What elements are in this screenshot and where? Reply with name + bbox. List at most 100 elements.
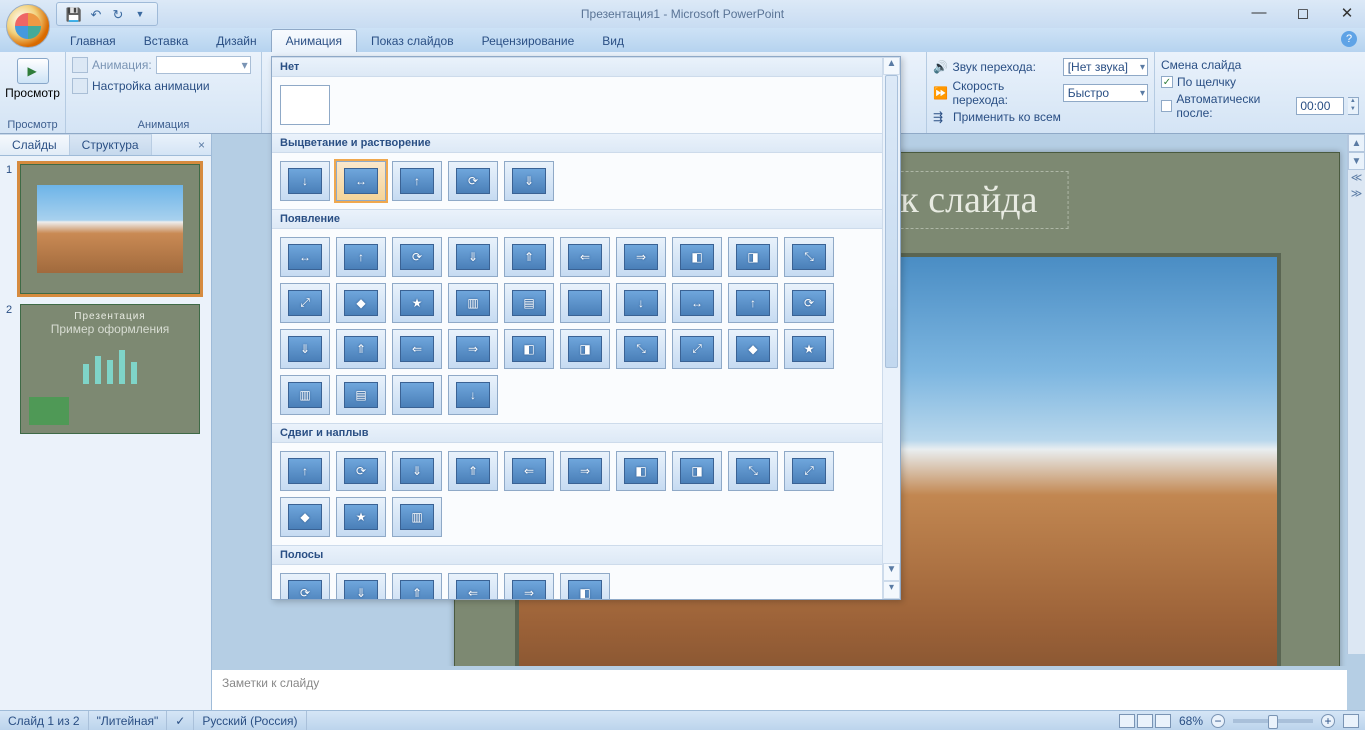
custom-animation-button[interactable]: Настройка анимации <box>72 78 255 94</box>
transition-item[interactable]: ⇑ <box>448 451 498 491</box>
transition-item[interactable] <box>280 85 330 125</box>
transition-item[interactable]: ⟳ <box>280 573 330 599</box>
transition-item[interactable]: ↑ <box>280 451 330 491</box>
transition-item[interactable]: ◧ <box>616 451 666 491</box>
transition-item[interactable]: ⇓ <box>280 329 330 369</box>
tab-view[interactable]: Вид <box>588 30 638 52</box>
transition-item[interactable]: ⇓ <box>392 451 442 491</box>
gallery-scroll-thumb[interactable] <box>885 75 898 368</box>
transition-item[interactable]: ⟳ <box>784 283 834 323</box>
gallery-scroll-down-icon[interactable]: ▼ <box>883 563 900 581</box>
transition-item[interactable]: ↑ <box>336 237 386 277</box>
tab-slideshow[interactable]: Показ слайдов <box>357 30 468 52</box>
transition-item[interactable]: ⟳ <box>392 237 442 277</box>
close-button[interactable]: ✕ <box>1337 4 1357 22</box>
time-spinner[interactable]: ▲▼ <box>1348 97 1359 115</box>
pane-tab-slides[interactable]: Слайды <box>0 134 70 155</box>
transition-item[interactable] <box>392 375 442 415</box>
transition-item[interactable]: ▥ <box>280 375 330 415</box>
transition-item[interactable]: ↔ <box>336 161 386 201</box>
transition-item[interactable]: ⇓ <box>504 161 554 201</box>
animate-dropdown[interactable]: ▾ <box>156 56 251 74</box>
zoom-out-button[interactable]: − <box>1211 714 1225 728</box>
undo-icon[interactable]: ↶ <box>89 7 103 21</box>
transition-item[interactable]: ▥ <box>448 283 498 323</box>
transition-item[interactable]: ⇑ <box>336 329 386 369</box>
transition-item[interactable]: ◨ <box>560 329 610 369</box>
next-slide-icon[interactable]: ≫ <box>1348 186 1365 202</box>
transition-item[interactable]: ▥ <box>392 497 442 537</box>
tab-design[interactable]: Дизайн <box>202 30 270 52</box>
transition-item[interactable]: ▤ <box>336 375 386 415</box>
help-icon[interactable]: ? <box>1341 31 1357 47</box>
apply-all-button[interactable]: ⇶ Применить ко всем <box>933 110 1148 124</box>
slide-thumb-2[interactable]: Презентация Пример оформления <box>20 304 200 434</box>
gallery-scroll-up-icon[interactable]: ▲ <box>883 57 900 75</box>
transition-item[interactable]: ◧ <box>560 573 610 599</box>
transition-item[interactable]: ★ <box>336 497 386 537</box>
onclick-checkbox[interactable]: ✓ <box>1161 76 1173 88</box>
transition-item[interactable]: ⤢ <box>784 451 834 491</box>
transition-item[interactable]: ◧ <box>504 329 554 369</box>
transition-item[interactable] <box>560 283 610 323</box>
transition-item[interactable]: ★ <box>392 283 442 323</box>
tab-review[interactable]: Рецензирование <box>468 30 589 52</box>
maximize-button[interactable]: ◻ <box>1293 4 1313 22</box>
transition-item[interactable]: ↔ <box>280 237 330 277</box>
transition-item[interactable]: ⇐ <box>392 329 442 369</box>
auto-checkbox[interactable] <box>1161 100 1172 112</box>
scroll-up-icon[interactable]: ▲ <box>1348 134 1365 152</box>
transition-item[interactable]: ⤡ <box>784 237 834 277</box>
transition-item[interactable]: ⇒ <box>616 237 666 277</box>
transition-item[interactable]: ↓ <box>616 283 666 323</box>
minimize-button[interactable]: — <box>1249 4 1269 22</box>
transition-item[interactable]: ⇒ <box>560 451 610 491</box>
tab-insert[interactable]: Вставка <box>130 30 203 52</box>
speed-dropdown[interactable]: Быстро <box>1063 84 1148 102</box>
scroll-down-icon[interactable]: ▼ <box>1348 152 1365 170</box>
transition-item[interactable]: ⤢ <box>280 283 330 323</box>
tab-animation[interactable]: Анимация <box>271 29 357 52</box>
pane-close-icon[interactable]: × <box>198 138 205 152</box>
status-spellcheck[interactable]: ✓ <box>167 711 194 730</box>
pane-tab-outline[interactable]: Структура <box>70 134 152 155</box>
transition-item[interactable]: ⇓ <box>448 237 498 277</box>
transition-item[interactable]: ◆ <box>728 329 778 369</box>
slideshow-view-icon[interactable] <box>1155 714 1171 728</box>
office-button[interactable] <box>6 4 50 48</box>
transition-item[interactable]: ⇒ <box>448 329 498 369</box>
tab-home[interactable]: Главная <box>56 30 130 52</box>
transition-item[interactable]: ↓ <box>448 375 498 415</box>
transition-item[interactable]: ⇑ <box>504 237 554 277</box>
transition-item[interactable]: ◆ <box>336 283 386 323</box>
transition-item[interactable]: ⇑ <box>392 573 442 599</box>
transition-item[interactable]: ◨ <box>728 237 778 277</box>
zoom-slider[interactable] <box>1233 719 1313 723</box>
redo-icon[interactable]: ↻ <box>111 7 125 21</box>
transition-item[interactable]: ⤢ <box>672 329 722 369</box>
transition-item[interactable]: ↓ <box>280 161 330 201</box>
transition-item[interactable]: ↔ <box>672 283 722 323</box>
transition-item[interactable]: ↑ <box>728 283 778 323</box>
gallery-scrollbar[interactable]: ▲ ▼ ▾ <box>882 57 900 599</box>
transition-item[interactable]: ⤡ <box>616 329 666 369</box>
save-icon[interactable]: 💾 <box>67 7 81 21</box>
sorter-view-icon[interactable] <box>1137 714 1153 728</box>
transition-item[interactable]: ⟳ <box>448 161 498 201</box>
transition-item[interactable]: ⇐ <box>504 451 554 491</box>
transition-item[interactable]: ◧ <box>672 237 722 277</box>
slide-thumb-1[interactable] <box>20 164 200 294</box>
auto-time-input[interactable]: 00:00 <box>1296 97 1343 115</box>
gallery-more-icon[interactable]: ▾ <box>883 581 900 599</box>
fit-window-icon[interactable] <box>1343 714 1359 728</box>
zoom-in-button[interactable]: + <box>1321 714 1335 728</box>
transition-item[interactable]: ↑ <box>392 161 442 201</box>
preview-button[interactable]: Просмотр <box>6 56 59 102</box>
transition-item[interactable]: ★ <box>784 329 834 369</box>
transition-item[interactable]: ⇓ <box>336 573 386 599</box>
transition-item[interactable]: ⇐ <box>448 573 498 599</box>
editor-scrollbar[interactable]: ▲ ▼ ≪ ≫ <box>1347 134 1365 654</box>
prev-slide-icon[interactable]: ≪ <box>1348 170 1365 186</box>
transition-item[interactable]: ⤡ <box>728 451 778 491</box>
transition-item[interactable]: ⇐ <box>560 237 610 277</box>
